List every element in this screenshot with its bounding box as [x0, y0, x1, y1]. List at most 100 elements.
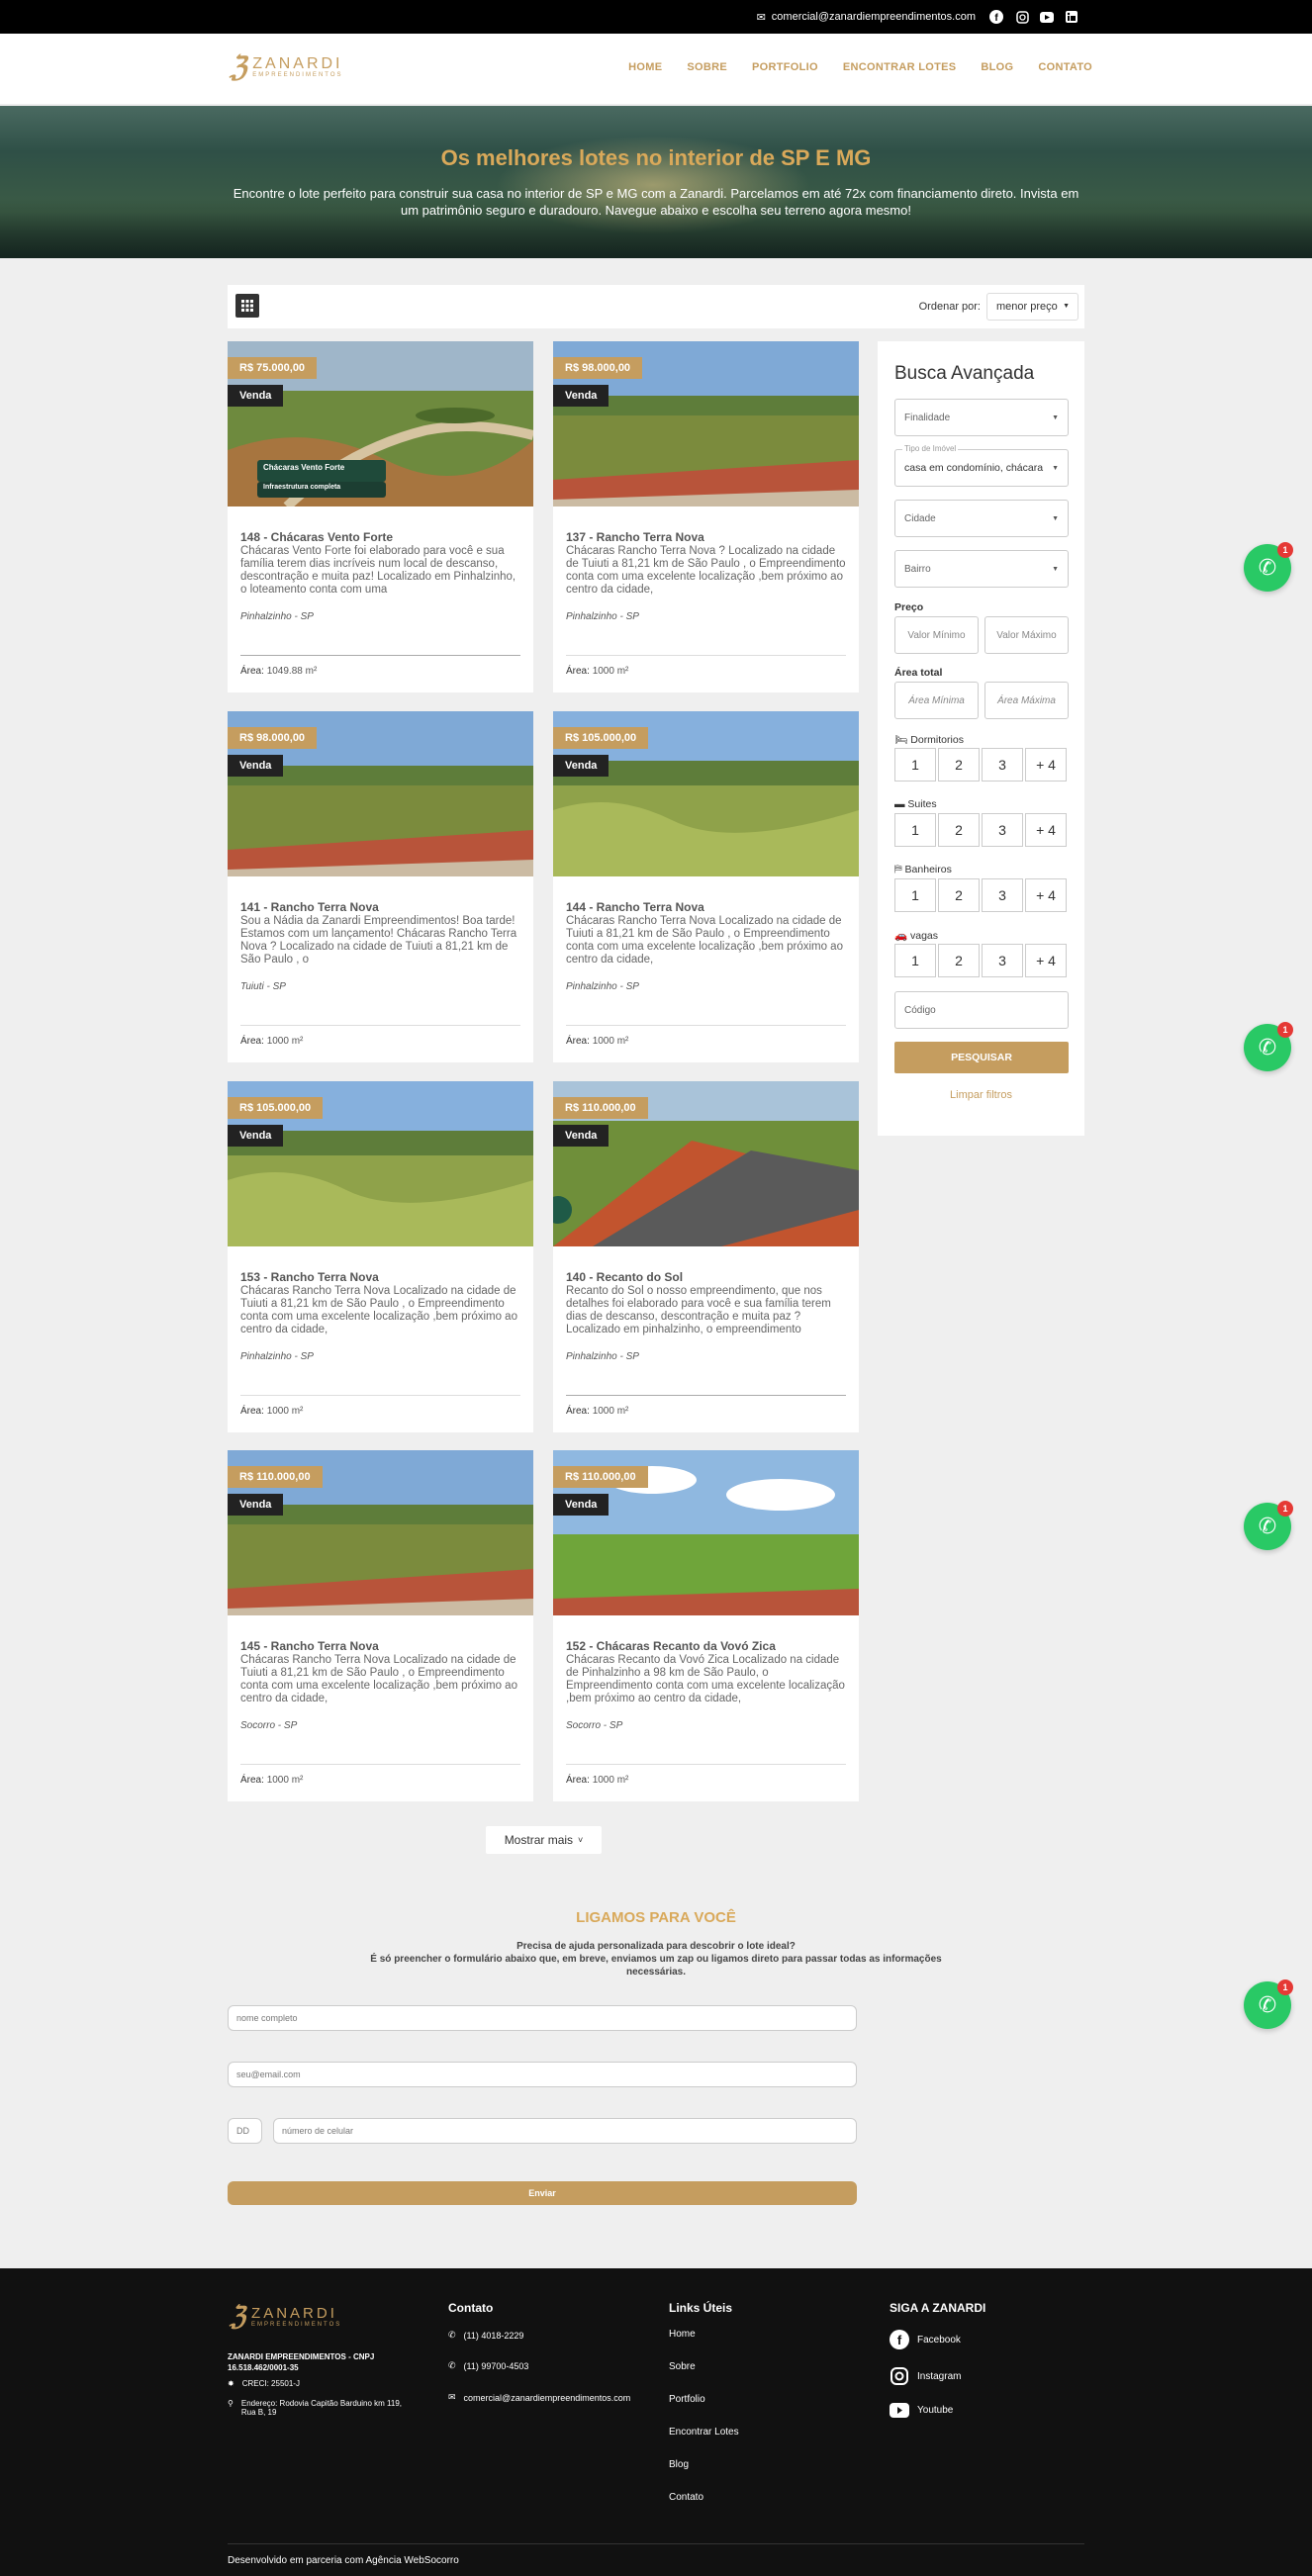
footer-credit[interactable]: Desenvolvido em parceria com Agência Web…: [228, 2555, 459, 2566]
footer-email-link[interactable]: ✉ comercial@zanardiempreendimentos.com: [448, 2392, 630, 2403]
whatsapp-button[interactable]: ✆1: [1244, 1979, 1293, 2029]
banheiros-option[interactable]: 3: [982, 878, 1023, 912]
footer-link-blog[interactable]: Blog: [669, 2459, 689, 2470]
dormitorios-option[interactable]: + 4: [1025, 748, 1067, 782]
area-maxima-input[interactable]: Área Máxima: [984, 682, 1069, 719]
footer-link-portfolio[interactable]: Portfolio: [669, 2394, 705, 2405]
footer-instagram-link[interactable]: Instagram: [890, 2366, 961, 2386]
listing-title[interactable]: 152 - Chácaras Recanto da Vovó Zica: [566, 1639, 776, 1653]
footer-contato-title: Contato: [448, 2301, 494, 2315]
whatsapp-button[interactable]: ✆1: [1244, 1022, 1293, 1071]
vagas-option[interactable]: + 4: [1025, 944, 1067, 977]
listing-card[interactable]: Chácaras Vento Forte Infraestrutura comp…: [228, 341, 533, 692]
footer-link-encontrar-lotes[interactable]: Encontrar Lotes: [669, 2427, 739, 2438]
sofa-icon: ▬: [894, 798, 905, 810]
footer-link-home[interactable]: Home: [669, 2329, 696, 2340]
vagas-option[interactable]: 1: [894, 944, 936, 977]
finalidade-select[interactable]: Finalidade ▼: [894, 399, 1069, 436]
hero-banner: Os melhores lotes no interior de SP E MG…: [0, 106, 1312, 258]
phone2-link[interactable]: ✆ (11) 99700-4503: [448, 2360, 528, 2371]
footer-link-sobre[interactable]: Sobre: [669, 2361, 696, 2372]
dormitorios-option[interactable]: 2: [938, 748, 980, 782]
nav-home[interactable]: HOME: [628, 61, 662, 73]
car-icon: 🚗: [894, 930, 908, 942]
banheiros-option[interactable]: 1: [894, 878, 936, 912]
listing-card[interactable]: R$ 105.000,00 Venda 153 - Rancho Terra N…: [228, 1081, 533, 1432]
area-minima-input[interactable]: Área Mínima: [894, 682, 979, 719]
bairro-value: Bairro: [904, 563, 931, 575]
listing-card[interactable]: R$ 98.000,00 Venda 137 - Rancho Terra No…: [553, 341, 859, 692]
listing-description: Chácaras Rancho Terra Nova Localizado na…: [240, 1285, 517, 1335]
ddd-input[interactable]: DD: [228, 2118, 262, 2144]
area-label: Área:: [566, 1406, 590, 1417]
listing-card[interactable]: R$ 98.000,00 Venda 141 - Rancho Terra No…: [228, 711, 533, 1062]
footer-youtube-link[interactable]: Youtube: [890, 2403, 953, 2418]
footer-facebook-link[interactable]: f Facebook: [890, 2330, 961, 2349]
suites-option[interactable]: 1: [894, 813, 936, 847]
dormitorios-option[interactable]: 3: [982, 748, 1023, 782]
listing-area: Área: 1000 m²: [566, 1036, 628, 1047]
phone-input[interactable]: número de celular: [273, 2118, 857, 2144]
search-button[interactable]: PESQUISAR: [894, 1042, 1069, 1073]
top-email-link[interactable]: ✉ comercial@zanardiempreendimentos.com: [757, 0, 976, 34]
suites-option[interactable]: 2: [938, 813, 980, 847]
site-logo[interactable]: ℨ ZANARDI EMPREENDIMENTOS: [230, 53, 343, 81]
banheiros-option[interactable]: 2: [938, 878, 980, 912]
suites-option[interactable]: + 4: [1025, 813, 1067, 847]
listing-title[interactable]: 144 - Rancho Terra Nova: [566, 900, 704, 914]
banheiros-option[interactable]: + 4: [1025, 878, 1067, 912]
order-select[interactable]: menor preço ▼: [986, 293, 1078, 321]
suites-option[interactable]: 3: [982, 813, 1023, 847]
listing-title[interactable]: 140 - Recanto do Sol: [566, 1270, 683, 1284]
listing-card[interactable]: R$ 105.000,00 Venda 144 - Rancho Terra N…: [553, 711, 859, 1062]
nav-blog[interactable]: BLOG: [981, 61, 1013, 73]
whatsapp-button[interactable]: ✆1: [1244, 1501, 1293, 1550]
grid-view-icon[interactable]: [235, 294, 259, 318]
valor-maximo-input[interactable]: Valor Máximo: [984, 616, 1069, 654]
contact-section-title: LIGAMOS PARA VOCÊ: [576, 1909, 736, 1926]
cidade-select[interactable]: Cidade ▼: [894, 500, 1069, 537]
listing-title[interactable]: 153 - Rancho Terra Nova: [240, 1270, 379, 1284]
listing-card[interactable]: R$ 110.000,00 Venda 140 - Recanto do Sol…: [553, 1081, 859, 1432]
listing-city: Pinhalzinho - SP: [566, 611, 639, 622]
chevron-down-icon: ˅: [578, 1835, 584, 1845]
show-more-button[interactable]: Mostrar mais ˅: [486, 1826, 602, 1854]
facebook-icon[interactable]: f: [987, 8, 1005, 26]
bairro-select[interactable]: Bairro ▼: [894, 550, 1069, 588]
nav-contato[interactable]: CONTATO: [1038, 61, 1092, 73]
phone1-text: (11) 4018-2229: [463, 2330, 524, 2341]
nav-portfolio[interactable]: PORTFOLIO: [752, 61, 818, 73]
listing-title[interactable]: 137 - Rancho Terra Nova: [566, 530, 704, 544]
footer-link-contato[interactable]: Contato: [669, 2492, 703, 2503]
submit-button[interactable]: Enviar: [228, 2181, 857, 2205]
valor-minimo-input[interactable]: Valor Mínimo: [894, 616, 979, 654]
instagram-icon[interactable]: [1013, 8, 1031, 26]
tipo-imovel-select[interactable]: Tipo de Imóvel casa em condomínio, chácar…: [894, 444, 1069, 487]
footer-logo[interactable]: ℨ ZANARDI EMPREENDIMENTOS: [230, 2301, 341, 2332]
listing-title[interactable]: 148 - Chácaras Vento Forte: [240, 530, 393, 544]
listing-card[interactable]: R$ 110.000,00 Venda 145 - Rancho Terra N…: [228, 1450, 533, 1801]
email-input[interactable]: seu@email.com: [228, 2062, 857, 2087]
address-text: Endereço: Rodovia Capitão Barduino km 11…: [240, 2399, 403, 2417]
listing-title[interactable]: 145 - Rancho Terra Nova: [240, 1639, 379, 1653]
nav-encontrar-lotes[interactable]: ENCONTRAR LOTES: [843, 61, 957, 73]
nav-sobre[interactable]: SOBRE: [687, 61, 727, 73]
codigo-input[interactable]: Código: [894, 991, 1069, 1029]
phone1-link[interactable]: ✆ (11) 4018-2229: [448, 2330, 523, 2341]
dormitorios-option[interactable]: 1: [894, 748, 936, 782]
listing-city: Socorro - SP: [240, 1720, 298, 1731]
vagas-option[interactable]: 2: [938, 944, 980, 977]
listing-area: Área: 1000 m²: [240, 1406, 303, 1417]
youtube-icon[interactable]: [1038, 8, 1056, 26]
listing-title[interactable]: 141 - Rancho Terra Nova: [240, 900, 379, 914]
status-badge: Venda: [228, 1494, 284, 1516]
divider: [240, 655, 520, 656]
clear-filters-link[interactable]: Limpar filtros: [878, 1089, 1084, 1101]
vagas-option[interactable]: 3: [982, 944, 1023, 977]
contact-text-line1: Precisa de ajuda personalizada para desc…: [516, 1941, 796, 1952]
divider: [240, 1764, 520, 1765]
listing-card[interactable]: R$ 110.000,00 Venda 152 - Chácaras Recan…: [553, 1450, 859, 1801]
name-input[interactable]: nome completo: [228, 2005, 857, 2031]
linkedin-icon[interactable]: [1063, 8, 1080, 26]
whatsapp-button[interactable]: ✆1: [1244, 542, 1293, 592]
